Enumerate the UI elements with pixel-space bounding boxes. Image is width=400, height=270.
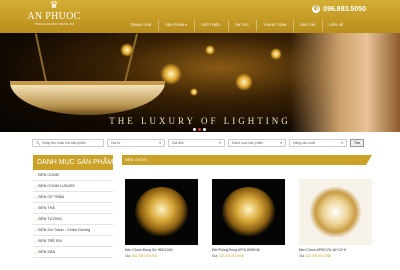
site-header: ♛ AN PHUOC TỔNG KHO ĐÈN TRANG TRÍ ✆ 096.…: [0, 0, 400, 33]
sidebar-title: DANH MỤC SẢN PHẨM: [33, 155, 113, 170]
chevron-down-icon: ▾: [219, 140, 221, 145]
logo-tagline: TỔNG KHO ĐÈN TRANG TRÍ: [33, 22, 75, 26]
sidebar-item[interactable]: › ĐÈN TRẺ EM: [33, 236, 113, 247]
product-name[interactable]: Đèn Chùm Đồng Sứ HB011/81: [125, 248, 198, 252]
sidebar-item[interactable]: › ĐÈN CHÙM: [33, 170, 113, 181]
hotline-number: 096.883.5050: [323, 5, 366, 13]
chevron-right-icon: ›: [35, 216, 37, 222]
chevron-down-icon: ▾: [159, 140, 161, 145]
product-image[interactable]: [212, 179, 285, 245]
product-price: Giá: 164,738,000 VNĐ: [125, 254, 158, 258]
product-card[interactable]: ĐènThủngTinng APOL8080/36 Giá: 102,675,0…: [212, 179, 285, 258]
category-sidebar: DANH MỤC SẢN PHẨM › ĐÈN CHÙM › ĐÈN CHÙM LU…: [33, 155, 113, 258]
nav-item-quote[interactable]: BÁO GIÁ: [293, 20, 321, 31]
chevron-right-icon: ›: [35, 238, 37, 244]
chevron-right-icon: ›: [35, 194, 37, 200]
product-section: ĐÈN CHÙM Đèn Chùm Đồng Sứ HB011/81 Giá: …: [122, 155, 372, 258]
logo-brand: AN PHUOC: [27, 11, 81, 22]
chevron-right-icon: ›: [35, 205, 37, 211]
nav-item-home[interactable]: TRANG CHỦ: [124, 20, 157, 31]
product-card[interactable]: Đèn Chùm Đồng Sứ HB011/81 Giá: 164,738,0…: [125, 179, 198, 258]
site-logo[interactable]: ♛ AN PHUOC TỔNG KHO ĐÈN TRANG TRÍ: [24, 1, 84, 32]
sidebar-item[interactable]: › ĐÈN ỐP TRẦN: [33, 192, 113, 203]
nav-item-payment[interactable]: THANH TOÁN: [256, 20, 292, 31]
product-image[interactable]: [125, 179, 198, 245]
price-to-select[interactable]: Giá đến ▾: [168, 138, 225, 147]
product-search-bar: 🔍 Nhập tên hoặc mã sản phẩm Giá từ ▾ Giá …: [32, 138, 372, 147]
sidebar-item[interactable]: › ĐÈN SÂN: [33, 247, 113, 258]
slider-dots: [193, 128, 206, 131]
phone-icon: ✆: [312, 5, 321, 13]
banner-lamp-image: [10, 81, 165, 115]
product-image[interactable]: [299, 179, 372, 245]
nav-item-contact[interactable]: LIÊN HỆ: [322, 20, 349, 31]
hero-banner[interactable]: THE LUXURY OF LIGHTING: [0, 33, 400, 132]
section-title: ĐÈN CHÙM: [122, 155, 372, 165]
slider-dot[interactable]: [193, 128, 196, 131]
main-nav: TRANG CHỦ SẢN PHẨM ▾ GIỚI THIỆU TIN TỨC …: [124, 20, 349, 31]
slider-dot-active[interactable]: [198, 128, 201, 131]
sidebar-item[interactable]: › ĐÈN TƯỜNG: [33, 214, 113, 225]
product-name[interactable]: ĐènThủngTinng APOL8080/36: [212, 248, 285, 252]
product-price: Giá: 163,000,000 VNĐ: [299, 254, 332, 258]
product-price: Giá: 102,675,000 VNĐ: [212, 254, 245, 258]
chevron-right-icon: ›: [35, 227, 37, 233]
search-button[interactable]: Tìm: [350, 138, 364, 147]
sidebar-item[interactable]: › ĐÈN CHÙM LUXURY: [33, 181, 113, 192]
chevron-right-icon: ›: [35, 183, 37, 189]
nav-item-news[interactable]: TIN TỨC: [227, 20, 256, 31]
hotline[interactable]: ✆ 096.883.5050: [312, 5, 366, 13]
sidebar-item[interactable]: › ĐÈN THẢ: [33, 203, 113, 214]
nav-item-products[interactable]: SẢN PHẨM ▾: [158, 20, 193, 31]
price-from-select[interactable]: Giá từ ▾: [107, 138, 165, 147]
slider-dot[interactable]: [203, 128, 206, 131]
chevron-down-icon: ▾: [341, 140, 343, 145]
chevron-down-icon: ▾: [280, 140, 282, 145]
product-card[interactable]: Đèn Chùm AP80176-16+12+6 Giá: 163,000,00…: [299, 179, 372, 258]
category-select[interactable]: Danh mục sản phẩm ▾: [228, 138, 286, 147]
keyword-input[interactable]: 🔍 Nhập tên hoặc mã sản phẩm: [32, 138, 104, 147]
product-grid: Đèn Chùm Đồng Sứ HB011/81 Giá: 164,738,0…: [125, 179, 372, 258]
chevron-right-icon: ›: [35, 172, 37, 178]
banner-title: THE LUXURY OF LIGHTING: [109, 116, 291, 126]
sidebar-item[interactable]: › ĐÈN Soi Tranh - Chiếu Gương: [33, 225, 113, 236]
chevron-right-icon: ›: [35, 249, 37, 255]
nav-item-about[interactable]: GIỚI THIỆU: [193, 20, 227, 31]
crown-icon: ♛: [49, 0, 59, 11]
product-name[interactable]: Đèn Chùm AP80176-16+12+6: [299, 248, 372, 252]
brand-select[interactable]: Hãng sản xuất ▾: [289, 138, 347, 147]
